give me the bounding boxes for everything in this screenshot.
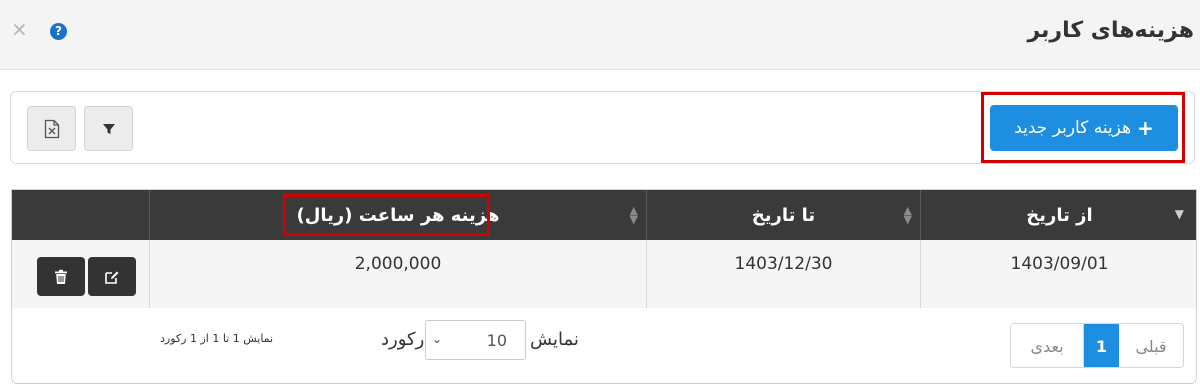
sort-icon: ▲ ▼ — [629, 204, 638, 226]
table-row: 1403/09/01 1403/12/30 2,000,000 — [12, 240, 1196, 308]
cell-hourly-cost: 2,000,000 — [149, 240, 646, 308]
table-footer: بعدی 1 قبلی نمایش ⌄ 10 رکورد نمایش 1 تا … — [11, 307, 1197, 384]
excel-file-icon — [44, 119, 59, 138]
page-length-label: نمایش — [530, 329, 579, 350]
cell-from-date: 1403/09/01 — [920, 240, 1198, 308]
sort-icon: ▲ ▼ — [903, 204, 912, 226]
help-icon[interactable]: ? — [50, 23, 67, 40]
pagination-next-button[interactable]: بعدی — [1011, 324, 1084, 367]
edit-icon — [105, 271, 119, 284]
filter-button[interactable] — [84, 106, 133, 151]
column-header-actions — [12, 190, 149, 240]
page-title: هزینه‌های کاربر — [1027, 18, 1194, 43]
close-icon[interactable]: × — [11, 18, 28, 40]
delete-button[interactable] — [37, 257, 85, 296]
page-length-value: 10 — [486, 331, 507, 350]
cell-to-date: 1403/12/30 — [646, 240, 920, 308]
pagination-prev-button[interactable]: قبلی — [1119, 324, 1183, 367]
edit-button[interactable] — [88, 257, 136, 296]
column-header-from-date[interactable]: از تاریخ ▼ — [920, 190, 1198, 240]
pagination-current-page[interactable]: 1 — [1084, 324, 1119, 367]
table-header: از تاریخ ▼ تا تاریخ ▲ ▼ هزینه هر ساعت (ری… — [12, 190, 1196, 240]
dialog-header: هزینه‌های کاربر × ? — [0, 0, 1200, 70]
highlight-box-cost-column — [283, 194, 490, 236]
pagination: بعدی 1 قبلی — [1010, 323, 1184, 368]
highlight-box-new-button — [981, 92, 1185, 163]
trash-icon — [55, 269, 67, 284]
chevron-down-icon: ⌄ — [432, 332, 443, 346]
costs-table: از تاریخ ▼ تا تاریخ ▲ ▼ هزینه هر ساعت (ری… — [11, 189, 1197, 308]
export-excel-button[interactable] — [27, 106, 76, 151]
records-info: نمایش 1 تا 1 از 1 رکورد — [160, 332, 274, 345]
cell-actions — [12, 240, 149, 308]
page-length-unit: رکورد — [381, 329, 425, 350]
filter-icon — [102, 123, 115, 134]
column-header-to-date[interactable]: تا تاریخ ▲ ▼ — [646, 190, 920, 240]
page-length-select[interactable]: ⌄ 10 — [425, 320, 526, 360]
sort-desc-icon: ▼ — [1174, 207, 1184, 221]
